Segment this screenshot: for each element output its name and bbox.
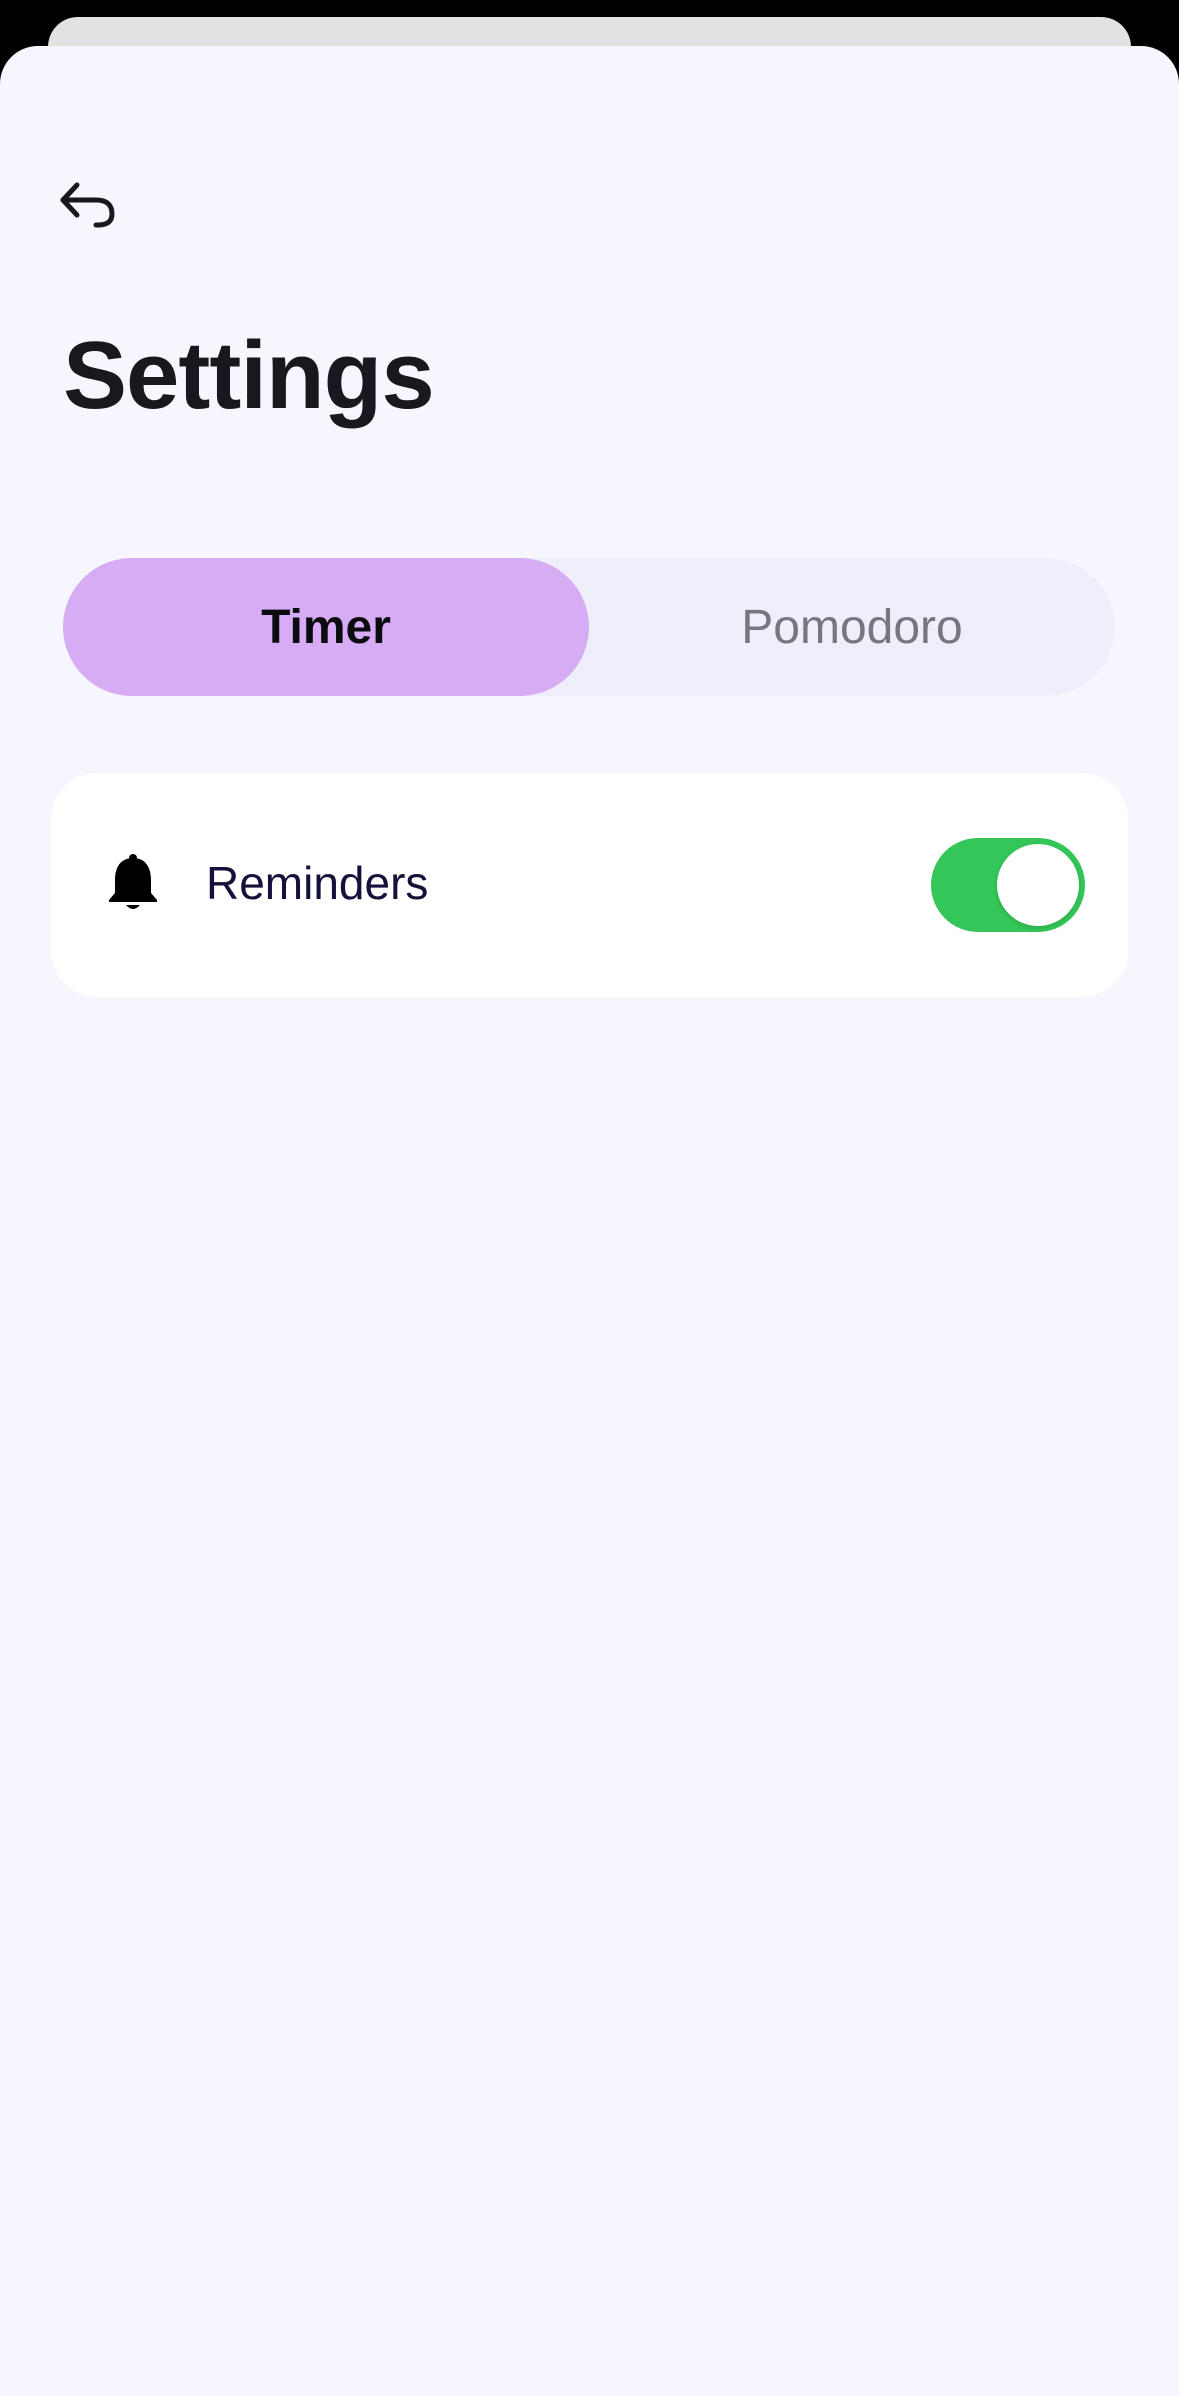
back-arrow-icon: [58, 180, 118, 232]
page-title: Settings: [63, 322, 435, 429]
tab-pomodoro[interactable]: Pomodoro: [589, 558, 1115, 696]
reminders-label: Reminders: [206, 857, 429, 909]
toggle-knob: [997, 844, 1079, 926]
tab-timer[interactable]: Timer: [63, 558, 589, 696]
back-button[interactable]: [50, 168, 126, 244]
tab-selector: Timer Pomodoro: [63, 558, 1115, 696]
settings-sheet: Settings Timer Pomodoro Reminders: [0, 46, 1179, 2396]
bell-icon: [107, 853, 159, 918]
reminders-card: Reminders: [51, 773, 1128, 997]
reminders-toggle[interactable]: [931, 838, 1085, 932]
